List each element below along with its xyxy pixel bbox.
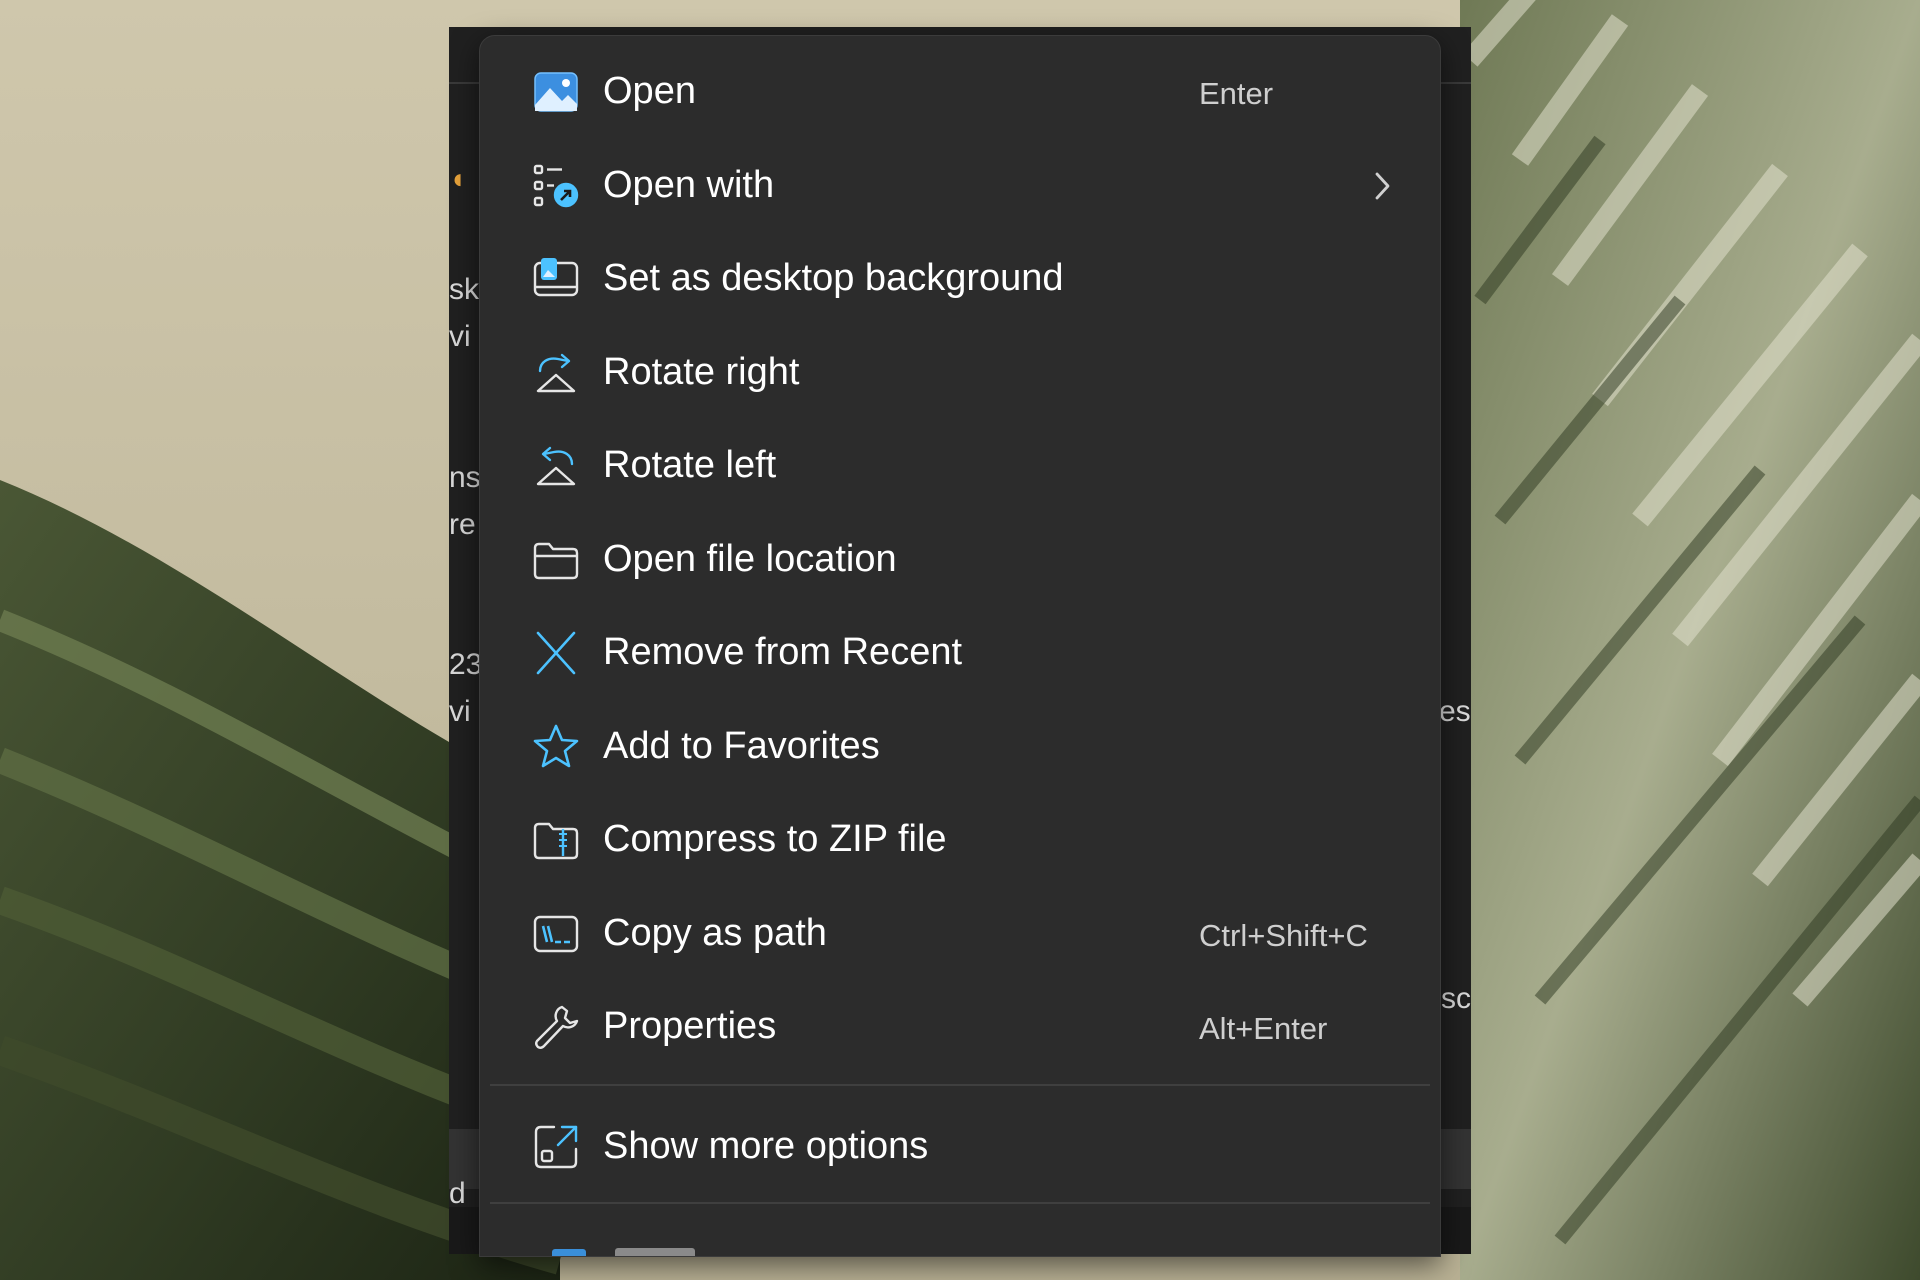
partially-visible-icon: [552, 1249, 586, 1256]
background-text-fragment: sc: [1441, 982, 1471, 1015]
show-more-icon: [532, 1123, 580, 1171]
background-text-fragment: d: [449, 1177, 466, 1210]
keyboard-shortcut: Alt+Enter: [1199, 1011, 1328, 1046]
folder-icon: [532, 536, 580, 584]
menu-item-label: Rotate right: [603, 351, 800, 393]
menu-item-label: Remove from Recent: [603, 631, 963, 673]
menu-item-label: Copy as path: [603, 912, 827, 954]
background-text-fragment: re: [449, 508, 476, 541]
menu-item-open[interactable]: Open Enter: [490, 47, 1430, 137]
menu-item-label: Set as desktop background: [603, 257, 1064, 299]
context-menu: Open Enter Open with Set as desktop back…: [479, 35, 1441, 1257]
photo-icon: [532, 68, 580, 116]
menu-item-label: Compress to ZIP file: [603, 818, 947, 860]
partially-visible-label: [615, 1248, 695, 1256]
folder-accent-icon: ◖: [449, 163, 466, 194]
background-text-fragment: es: [1439, 695, 1471, 728]
menu-item-show-more-options[interactable]: Show more options: [490, 1102, 1430, 1192]
rotate-right-icon: [532, 349, 580, 397]
menu-item-set-desktop-background[interactable]: Set as desktop background: [490, 234, 1430, 324]
menu-separator: [490, 1202, 1430, 1204]
menu-item-label: Properties: [603, 1005, 777, 1047]
keyboard-shortcut: Enter: [1199, 76, 1274, 111]
path-icon: [532, 910, 580, 958]
zip-folder-icon: [532, 816, 580, 864]
menu-item-rotate-left[interactable]: Rotate left: [490, 421, 1430, 511]
menu-item-open-file-location[interactable]: Open file location: [490, 515, 1430, 605]
chevron-right-icon: [1367, 169, 1397, 203]
menu-item-copy-as-path[interactable]: Copy as path Ctrl+Shift+C: [490, 889, 1430, 979]
menu-item-add-to-favorites[interactable]: Add to Favorites: [490, 702, 1430, 792]
open-with-icon: [532, 162, 580, 210]
menu-item-rotate-right[interactable]: Rotate right: [490, 328, 1430, 418]
menu-item-open-with[interactable]: Open with: [490, 141, 1430, 231]
menu-item-label: Open with: [603, 164, 775, 206]
background-text-fragment: vi: [449, 320, 471, 353]
menu-item-label: Open file location: [603, 538, 897, 580]
star-icon: [532, 723, 580, 771]
close-icon: [532, 629, 580, 677]
background-text-fragment: sk: [449, 273, 479, 306]
menu-separator: [490, 1084, 1430, 1086]
menu-item-label: Add to Favorites: [603, 725, 880, 767]
menu-item-label: Rotate left: [603, 444, 777, 486]
rotate-left-icon: [532, 442, 580, 490]
menu-item-label: Show more options: [603, 1125, 929, 1167]
wrench-icon: [532, 1003, 580, 1051]
background-text-fragment: vi: [449, 695, 471, 728]
menu-item-properties[interactable]: Properties Alt+Enter: [490, 982, 1430, 1072]
menu-item-remove-from-recent[interactable]: Remove from Recent: [490, 608, 1430, 698]
menu-item-label: Open: [603, 70, 696, 112]
desktop-background-icon: [532, 255, 580, 303]
keyboard-shortcut: Ctrl+Shift+C: [1199, 918, 1368, 953]
menu-item-compress-to-zip[interactable]: Compress to ZIP file: [490, 795, 1430, 885]
